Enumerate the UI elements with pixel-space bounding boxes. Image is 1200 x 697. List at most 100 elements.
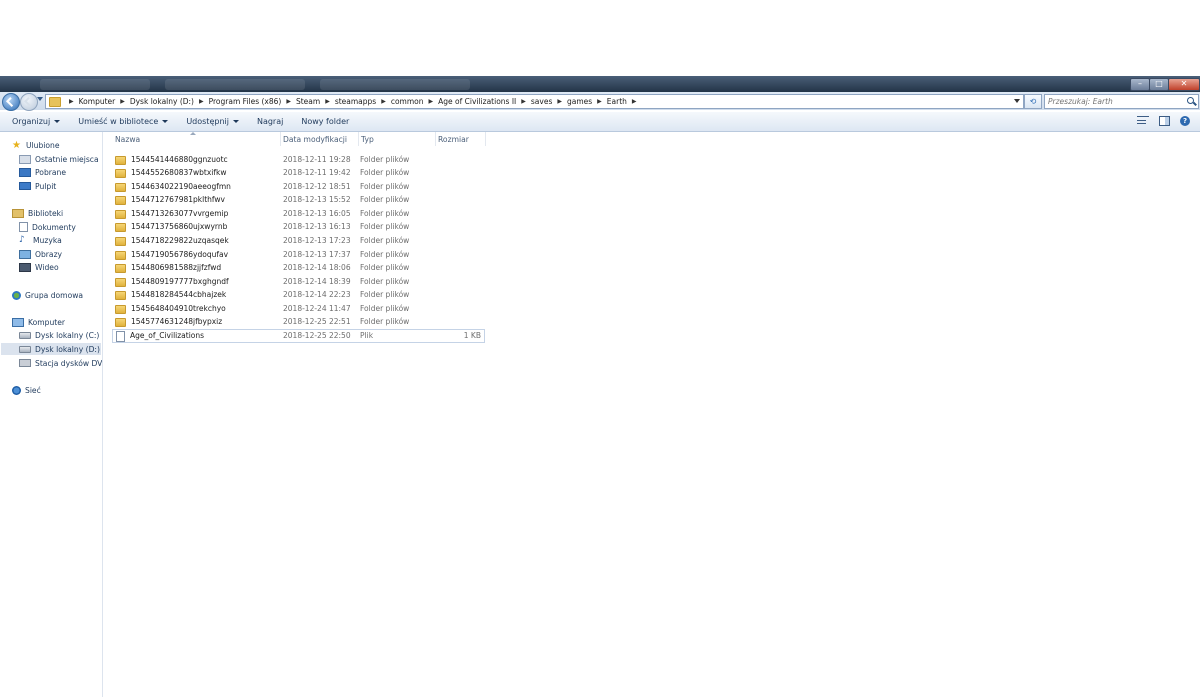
title-tab-ghost <box>40 79 150 90</box>
file-row[interactable]: 1544541446880ggnzuotc 2018-12-11 19:28 F… <box>113 154 484 166</box>
file-name: 1544806981588zjjfzfwd <box>131 263 222 272</box>
breadcrumb-computer[interactable]: Komputer <box>79 97 116 106</box>
nav-music[interactable]: ♪ Muzyka <box>19 234 62 246</box>
file-name-cell[interactable]: 1544718229822uzqasqek <box>113 235 229 247</box>
nav-downloads-label: Pobrane <box>35 167 67 177</box>
file-name-cell[interactable]: 1544818284544cbhajzek <box>113 289 226 301</box>
file-row[interactable]: 1544634022190aeeogfmn 2018-12-12 18:51 F… <box>113 181 484 193</box>
burn-button[interactable]: Nagraj <box>248 117 292 126</box>
file-row[interactable]: 1544712767981pklthfwv 2018-12-13 15:52 F… <box>113 194 484 206</box>
nav-drive-d[interactable]: Dysk lokalny (D:) <box>1 343 101 355</box>
nav-dvd-drive[interactable]: Stacja dysków DVD R <box>19 357 102 369</box>
nav-favorites-label: Ulubione <box>26 140 60 150</box>
file-name-cell[interactable]: 1544634022190aeeogfmn <box>113 181 231 193</box>
file-name-cell[interactable]: 1544552680837wbtxifkw <box>113 167 227 179</box>
nav-videos[interactable]: Wideo <box>19 261 59 273</box>
file-name-cell[interactable]: 1544809197777bxghgndf <box>113 276 229 288</box>
search-icon[interactable] <box>1187 97 1194 104</box>
folder-icon <box>115 236 126 246</box>
search-input[interactable] <box>1045 95 1180 107</box>
breadcrumb-steam[interactable]: Steam <box>296 97 320 106</box>
share-menu[interactable]: Udostępnij <box>177 117 248 126</box>
file-row[interactable]: 1544818284544cbhajzek 2018-12-14 22:23 F… <box>113 289 484 301</box>
file-name-cell[interactable]: 1544712767981pklthfwv <box>113 194 225 206</box>
file-row[interactable]: 1544719056786ydoqufav 2018-12-13 17:37 F… <box>113 249 484 261</box>
file-name-cell[interactable]: Age_of_Civilizations <box>113 330 204 342</box>
breadcrumb-steamapps[interactable]: steamapps <box>335 97 376 106</box>
file-size <box>443 167 481 179</box>
nav-recent-places[interactable]: Ostatnie miejsca <box>19 153 99 165</box>
folder-icon <box>115 277 126 287</box>
column-header-type[interactable]: Typ <box>359 132 436 146</box>
file-name-cell[interactable]: 1544806981588zjjfzfwd <box>113 262 221 274</box>
chevron-right-icon[interactable]: ▶ <box>632 98 637 105</box>
nav-desktop[interactable]: Pulpit <box>19 180 56 192</box>
column-header-date[interactable]: Data modyfikacji <box>281 132 359 146</box>
file-row[interactable]: 1544809197777bxghgndf 2018-12-14 18:39 F… <box>113 276 484 288</box>
new-folder-button[interactable]: Nowy folder <box>292 117 358 126</box>
breadcrumb-common[interactable]: common <box>391 97 424 106</box>
file-row[interactable]: 1544713756860ujxwyrnb 2018-12-13 16:13 F… <box>113 221 484 233</box>
breadcrumb-games[interactable]: games <box>567 97 592 106</box>
organize-menu[interactable]: Organizuj <box>0 117 69 126</box>
nav-computer[interactable]: Komputer <box>12 316 65 328</box>
chevron-right-icon[interactable]: ▶ <box>199 98 204 105</box>
chevron-right-icon[interactable]: ▶ <box>597 98 602 105</box>
file-name-cell[interactable]: 1544713263077vvrgemip <box>113 208 228 220</box>
file-row[interactable]: Age_of_Civilizations 2018-12-25 22:50 Pl… <box>112 329 485 343</box>
nav-pictures[interactable]: Obrazy <box>19 248 62 260</box>
chevron-right-icon[interactable]: ▶ <box>325 98 330 105</box>
file-row[interactable]: 1544552680837wbtxifkw 2018-12-11 19:42 F… <box>113 167 484 179</box>
file-row[interactable]: 1544718229822uzqasqek 2018-12-13 17:23 F… <box>113 235 484 247</box>
file-row[interactable]: 1544713263077vvrgemip 2018-12-13 16:05 F… <box>113 208 484 220</box>
file-row[interactable]: 1544806981588zjjfzfwd 2018-12-14 18:06 F… <box>113 262 484 274</box>
chevron-right-icon[interactable]: ▶ <box>69 98 74 105</box>
nav-homegroup[interactable]: Grupa domowa <box>12 289 83 301</box>
nav-documents[interactable]: Dokumenty <box>19 221 76 233</box>
breadcrumb-earth[interactable]: Earth <box>607 97 627 106</box>
file-name-cell[interactable]: 1544713756860ujxwyrnb <box>113 221 227 233</box>
column-header-size[interactable]: Rozmiar <box>436 132 486 146</box>
refresh-button[interactable]: ⟲ <box>1024 94 1042 109</box>
nav-network[interactable]: Sieć <box>12 384 41 396</box>
help-icon[interactable]: ? <box>1180 116 1190 126</box>
breadcrumb-age-of-civilizations[interactable]: Age of Civilizations II <box>438 97 516 106</box>
maximize-button[interactable]: □ <box>1149 78 1169 91</box>
breadcrumb-saves[interactable]: saves <box>531 97 552 106</box>
change-view-icon[interactable] <box>1137 116 1149 127</box>
file-type: Folder plików <box>360 155 410 164</box>
preview-pane-icon[interactable] <box>1159 116 1170 126</box>
chevron-right-icon[interactable]: ▶ <box>120 98 125 105</box>
forward-button[interactable] <box>20 93 38 111</box>
nav-favorites[interactable]: ★ Ulubione <box>12 139 60 151</box>
column-header-name[interactable]: Nazwa <box>113 132 281 146</box>
recent-pages-dropdown-icon[interactable] <box>37 97 43 101</box>
file-name-cell[interactable]: 1544719056786ydoqufav <box>113 249 228 261</box>
close-button[interactable]: ✕ <box>1168 78 1200 91</box>
chevron-right-icon[interactable]: ▶ <box>381 98 386 105</box>
file-row[interactable]: 1545774631248jfbypxiz 2018-12-25 22:51 F… <box>113 316 484 328</box>
file-row[interactable]: 1545648404910trekchyo 2018-12-24 11:47 F… <box>113 303 484 315</box>
include-in-library-menu[interactable]: Umieść w bibliotece <box>69 117 177 126</box>
nav-drive-c[interactable]: Dysk lokalny (C:) <box>19 329 99 341</box>
column-name-label: Nazwa <box>115 134 141 144</box>
address-history-dropdown-icon[interactable] <box>1014 99 1020 103</box>
command-bar: Organizuj Umieść w bibliotece Udostępnij… <box>0 112 1200 132</box>
breadcrumb-drive-d[interactable]: Dysk lokalny (D:) <box>130 97 194 106</box>
chevron-right-icon[interactable]: ▶ <box>429 98 434 105</box>
file-name-cell[interactable]: 1544541446880ggnzuotc <box>113 154 228 166</box>
nav-libraries[interactable]: Biblioteki <box>12 207 63 219</box>
address-bar[interactable]: ▶ Komputer ▶ Dysk lokalny (D:) ▶ Program… <box>45 94 1024 109</box>
homegroup-icon <box>12 290 21 300</box>
file-size <box>443 262 481 274</box>
search-box[interactable] <box>1044 94 1199 109</box>
breadcrumb-program-files[interactable]: Program Files (x86) <box>209 97 282 106</box>
back-button[interactable] <box>2 93 20 111</box>
chevron-right-icon[interactable]: ▶ <box>557 98 562 105</box>
minimize-button[interactable]: – <box>1130 78 1150 91</box>
file-name-cell[interactable]: 1545774631248jfbypxiz <box>113 316 222 328</box>
file-name-cell[interactable]: 1545648404910trekchyo <box>113 303 226 315</box>
chevron-right-icon[interactable]: ▶ <box>521 98 526 105</box>
chevron-right-icon[interactable]: ▶ <box>286 98 291 105</box>
nav-downloads[interactable]: Pobrane <box>19 166 66 178</box>
